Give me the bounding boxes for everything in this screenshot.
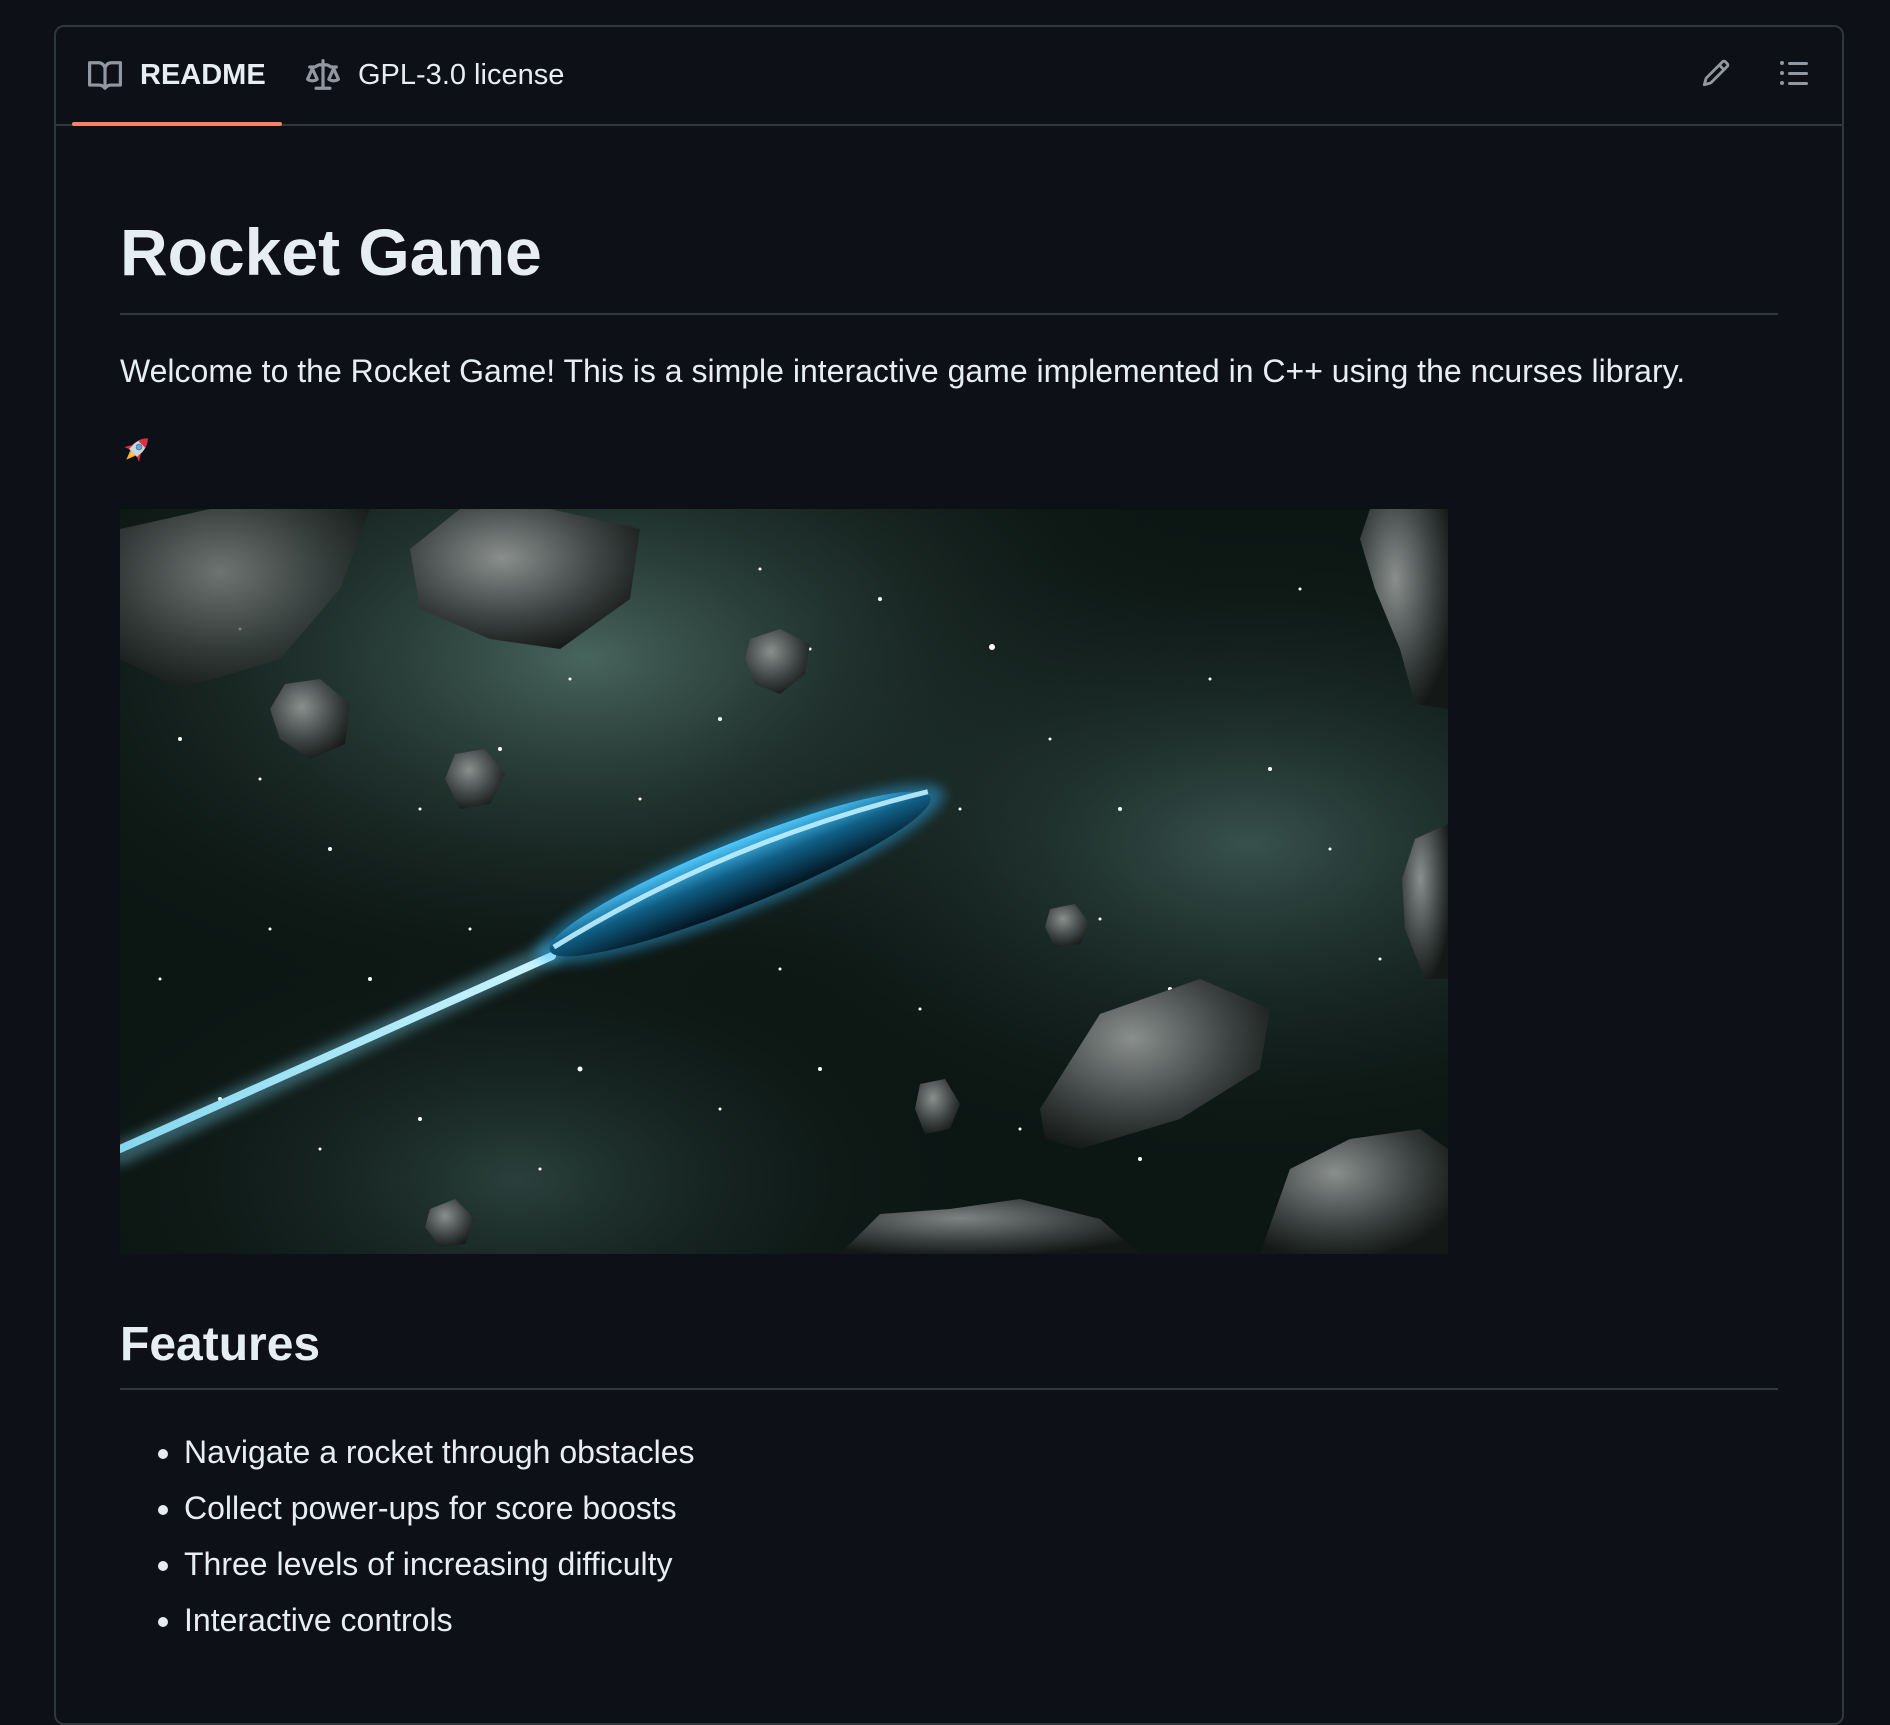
tab-readme-label: README [140, 59, 266, 91]
readme-panel: README GPL-3.0 license Rocket Game Welco… [54, 25, 1844, 1725]
list-item: Navigate a rocket through obstacles [184, 1424, 695, 1480]
pencil-icon [1701, 58, 1731, 93]
title-divider [120, 313, 1778, 315]
scale-icon [306, 58, 340, 93]
active-tab-indicator [72, 122, 282, 126]
rocket-emoji [124, 438, 148, 462]
tab-readme[interactable]: README [72, 27, 282, 126]
list-icon [1778, 57, 1810, 94]
page-title: Rocket Game [120, 215, 542, 289]
readme-tabbar: README GPL-3.0 license [56, 27, 1842, 126]
list-item: Collect power-ups for score boosts [184, 1480, 695, 1536]
intro-paragraph: Welcome to the Rocket Game! This is a si… [120, 353, 1686, 389]
tab-license-label: GPL-3.0 license [358, 59, 565, 91]
list-item: Interactive controls [184, 1592, 695, 1648]
tab-license[interactable]: GPL-3.0 license [296, 27, 574, 124]
edit-file-button[interactable] [1694, 53, 1738, 97]
rocket-game-banner-image [120, 509, 1448, 1254]
outline-button[interactable] [1772, 53, 1816, 97]
features-heading: Features [120, 1318, 321, 1371]
book-icon [88, 59, 122, 93]
features-list: Navigate a rocket through obstacles Coll… [120, 1424, 695, 1648]
list-item: Three levels of increasing difficulty [184, 1536, 695, 1592]
features-divider [120, 1388, 1778, 1390]
